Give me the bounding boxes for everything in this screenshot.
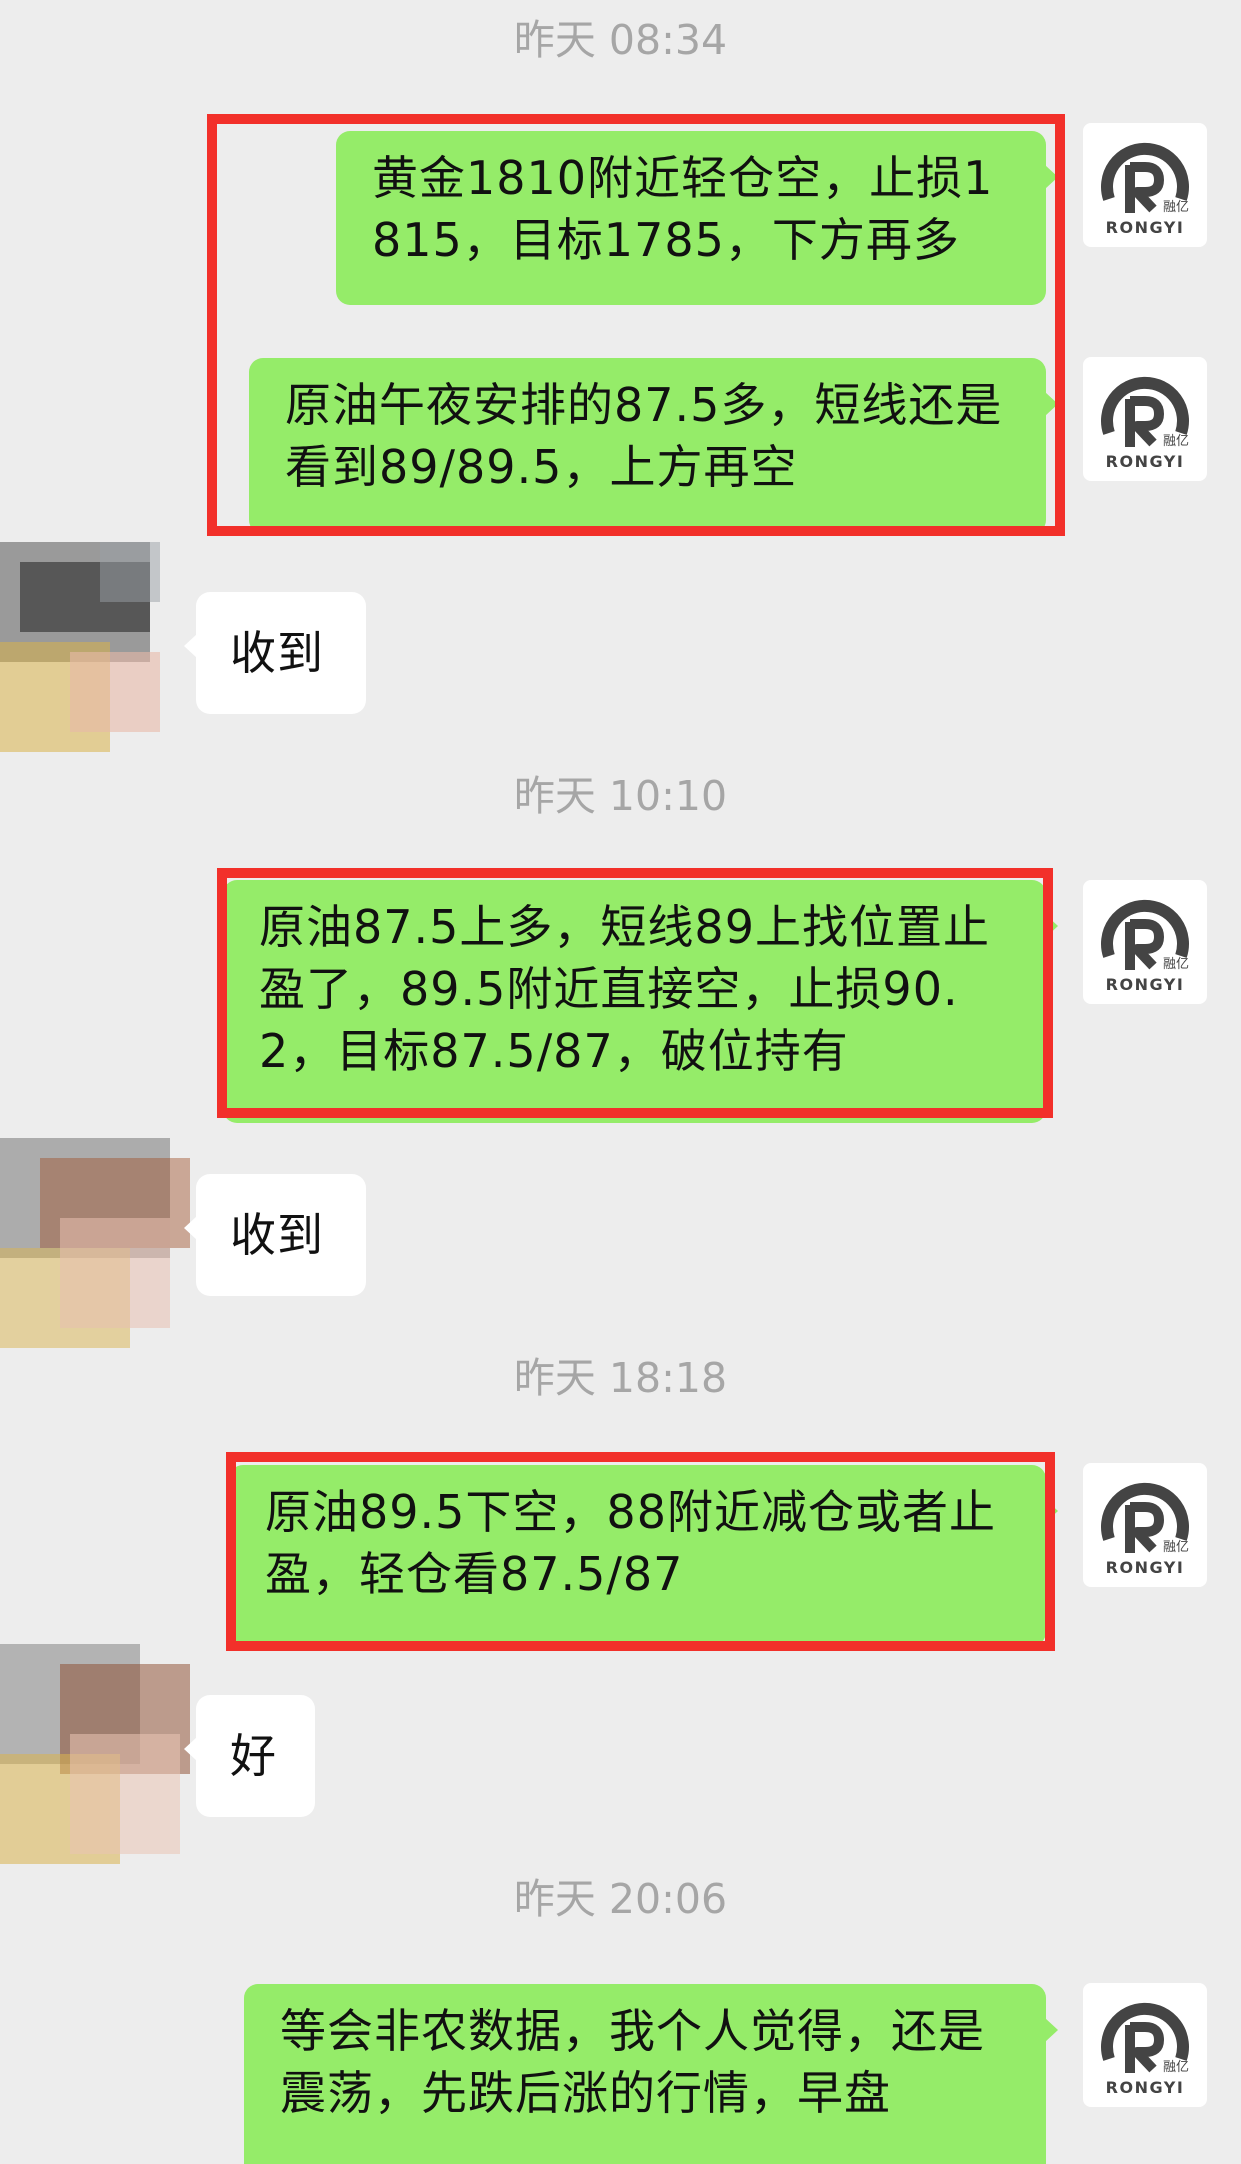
rongyi-logo-icon[interactable]	[1083, 880, 1207, 1004]
outgoing-message-bubble[interactable]: 原油午夜安排的87.5多，短线还是看到89/89.5，上方再空	[249, 358, 1058, 534]
rongyi-logo-icon[interactable]	[1083, 357, 1207, 481]
rongyi-logo-icon[interactable]	[1083, 123, 1207, 247]
outgoing-message-bubble[interactable]: 黄金1810附近轻仓空，止损1815，目标1785，下方再多	[336, 131, 1058, 305]
timestamp: 昨天 10:10	[513, 772, 728, 820]
avatar[interactable]	[0, 522, 182, 784]
outgoing-message-bubble[interactable]: 等会非农数据，我个人觉得，还是震荡，先跌后涨的行情，早盘	[244, 1984, 1058, 2164]
incoming-message-bubble[interactable]: 收到	[184, 592, 366, 714]
incoming-message-bubble[interactable]: 好	[184, 1695, 315, 1817]
rongyi-logo-icon[interactable]	[1083, 1983, 1207, 2107]
rongyi-logo-icon[interactable]	[1083, 1463, 1207, 1587]
incoming-message-bubble[interactable]: 收到	[184, 1174, 366, 1296]
outgoing-message-bubble[interactable]: 原油89.5下空，88附近减仓或者止盈，轻仓看87.5/87	[229, 1465, 1058, 1646]
outgoing-message-bubble[interactable]: 原油87.5上多，短线89上找位置止盈了，89.5附近直接空，止损90.2，目标…	[223, 880, 1058, 1123]
timestamp: 昨天 08:34	[513, 16, 728, 64]
